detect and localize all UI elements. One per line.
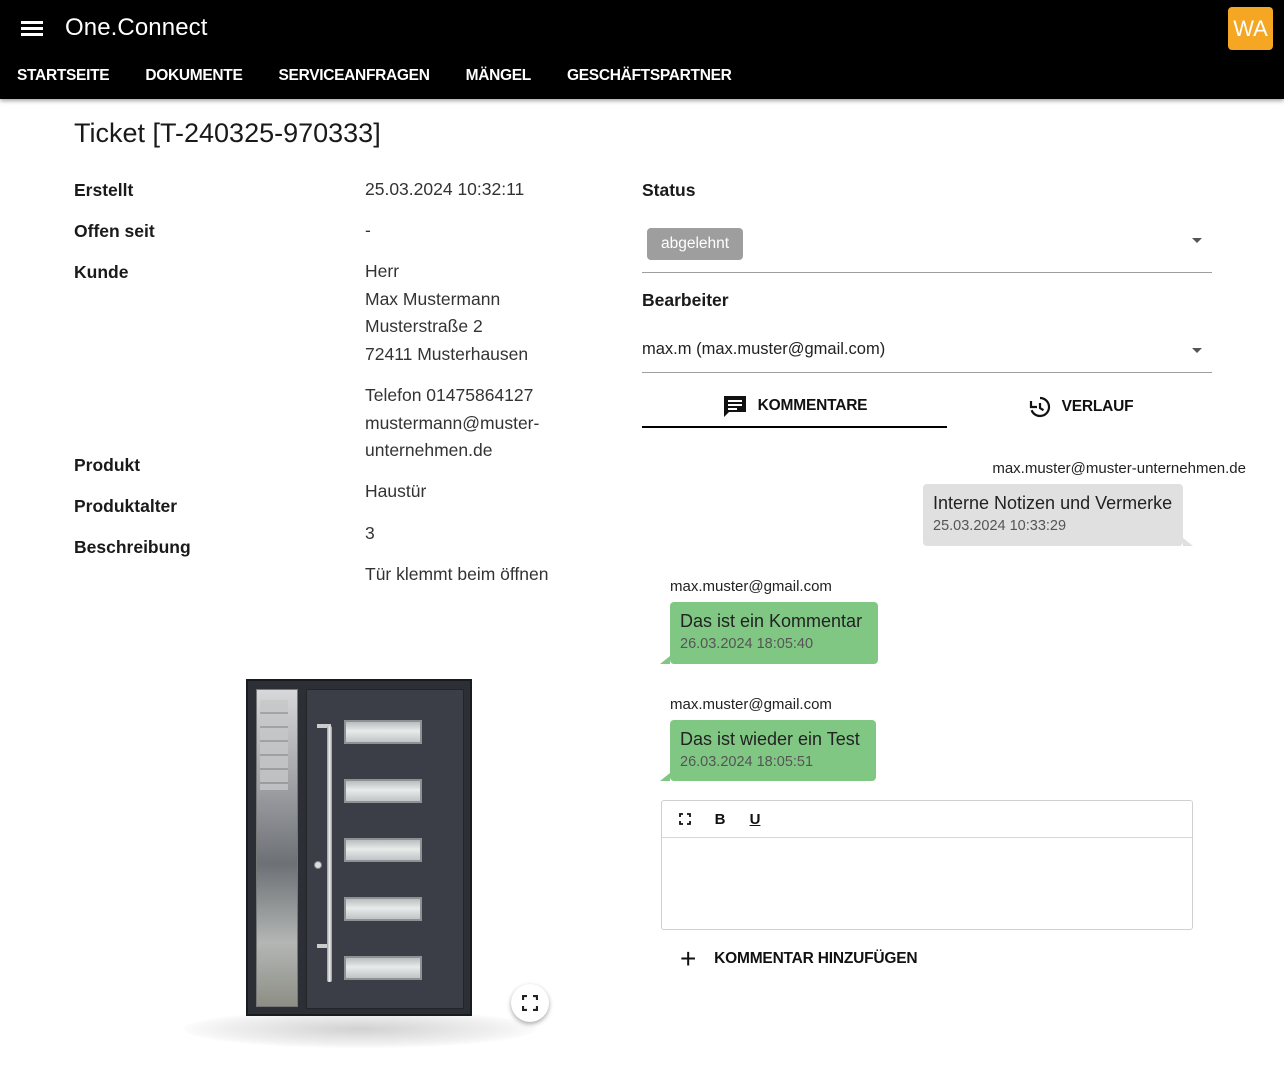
- value-product-age: 3: [365, 523, 375, 543]
- door-pane: [344, 897, 422, 921]
- fullscreen-icon: [522, 995, 538, 1011]
- comment-text: Das ist ein Kommentar: [680, 611, 863, 631]
- menu-icon[interactable]: [18, 16, 46, 42]
- editor-toolbar: B U: [662, 801, 1192, 838]
- comment-author: max.muster@muster-unternehmen.de: [992, 460, 1246, 477]
- nav-item-serviceanfragen[interactable]: SERVICEANFRAGEN: [279, 60, 430, 94]
- plus-icon: +: [680, 943, 697, 974]
- tab-history[interactable]: VERLAUF: [947, 386, 1212, 428]
- comment-bubble: Interne Notizen und Vermerke 25.03.2024 …: [923, 484, 1183, 546]
- editor-fullscreen-button[interactable]: [674, 808, 696, 830]
- comment-textarea[interactable]: [662, 839, 1192, 929]
- value-created: 25.03.2024 10:32:11: [365, 179, 525, 199]
- label-description: Beschreibung: [74, 537, 191, 557]
- customer-phone: Telefon 01475864127: [365, 385, 534, 405]
- customer-email-line1: mustermann@muster-: [365, 412, 540, 433]
- status-select[interactable]: abgelehnt: [642, 218, 1212, 273]
- comment-timestamp: 26.03.2024 18:05:51: [680, 754, 814, 770]
- bold-button[interactable]: B: [709, 808, 731, 830]
- avatar[interactable]: WA: [1228, 7, 1273, 50]
- comment-author: max.muster@gmail.com: [670, 696, 832, 713]
- comment-text: Das ist wieder ein Test: [680, 729, 860, 749]
- label-created: Erstellt: [74, 180, 134, 200]
- status-badge: abgelehnt: [647, 228, 744, 260]
- comment-icon: [723, 396, 746, 417]
- customer-email-line2: unternehmen.de: [365, 440, 493, 460]
- door-pane: [344, 838, 422, 862]
- customer-street: Musterstraße 2: [365, 316, 483, 336]
- add-comment-label: KOMMENTAR HINZUFÜGEN: [714, 950, 918, 967]
- comment-text: Interne Notizen und Vermerke: [933, 493, 1173, 513]
- door-pane: [344, 779, 422, 803]
- value-open-since: -: [365, 220, 371, 240]
- label-product: Produkt: [74, 455, 141, 475]
- fullscreen-icon: [679, 813, 691, 825]
- comment-bubble: Das ist wieder ein Test 26.03.2024 18:05…: [670, 720, 876, 781]
- nav-item-geschaeftspartner[interactable]: GESCHÄFTSPARTNER: [567, 60, 732, 94]
- customer-salutation: Herr: [365, 261, 400, 281]
- value-product: Haustür: [365, 481, 427, 501]
- tab-history-label: VERLAUF: [1061, 398, 1134, 415]
- tab-comments[interactable]: KOMMENTARE: [642, 386, 947, 428]
- nav-item-maengel[interactable]: MÄNGEL: [466, 60, 532, 94]
- door-sidelight: [256, 689, 298, 1007]
- comment-timestamp: 26.03.2024 18:05:40: [680, 636, 814, 652]
- tab-comments-label: KOMMENTARE: [757, 397, 868, 414]
- value-description: Tür klemmt beim öffnen: [365, 564, 549, 584]
- page-title: Ticket [T-240325-970333]: [74, 118, 381, 148]
- customer-city: 72411 Musterhausen: [365, 343, 529, 364]
- door-handle: [327, 726, 332, 982]
- assignee-label: Bearbeiter: [642, 290, 729, 310]
- nav-item-startseite[interactable]: STARTSEITE: [17, 60, 110, 94]
- label-open-since: Offen seit: [74, 221, 155, 241]
- product-image: [178, 672, 558, 1057]
- customer-contact: Telefon 01475864127 mustermann@muster- u…: [365, 382, 539, 465]
- nav-item-dokumente[interactable]: DOKUMENTE: [145, 60, 242, 94]
- main-nav: STARTSEITE DOKUMENTE SERVICEANFRAGEN MÄN…: [0, 60, 732, 94]
- door-leaf: [306, 689, 464, 1009]
- image-fullscreen-button[interactable]: [511, 984, 549, 1022]
- history-icon: [1029, 396, 1050, 418]
- door-frame: [246, 679, 472, 1016]
- door-pane: [344, 720, 422, 744]
- door-pane: [344, 956, 422, 980]
- chevron-down-icon: [1192, 348, 1202, 353]
- app-title: One.Connect: [65, 14, 208, 41]
- door-lock: [314, 861, 322, 869]
- comment-bubble: Das ist ein Kommentar 26.03.2024 18:05:4…: [670, 602, 878, 664]
- comment-author: max.muster@gmail.com: [670, 578, 832, 595]
- assignee-select[interactable]: max.m (max.muster@gmail.com): [642, 331, 1212, 373]
- bubble-tail: [660, 773, 670, 781]
- add-comment-button[interactable]: + KOMMENTAR HINZUFÜGEN: [680, 943, 918, 975]
- customer-name: Max Mustermann: [365, 288, 501, 309]
- bubble-tail: [660, 656, 670, 664]
- assignee-value: max.m (max.muster@gmail.com): [642, 340, 886, 358]
- underline-button[interactable]: U: [744, 808, 766, 830]
- label-product-age: Produktalter: [74, 496, 178, 516]
- customer-address: Herr Max Mustermann Musterstraße 2 72411…: [365, 258, 528, 368]
- comment-editor: B U: [661, 800, 1193, 930]
- label-customer: Kunde: [74, 262, 129, 282]
- app-bar: One.Connect WA STARTSEITE DOKUMENTE SERV…: [0, 0, 1284, 99]
- comment-timestamp: 25.03.2024 10:33:29: [933, 518, 1067, 534]
- chevron-down-icon: [1192, 238, 1202, 243]
- bubble-tail: [1183, 538, 1193, 546]
- status-label: Status: [642, 180, 696, 200]
